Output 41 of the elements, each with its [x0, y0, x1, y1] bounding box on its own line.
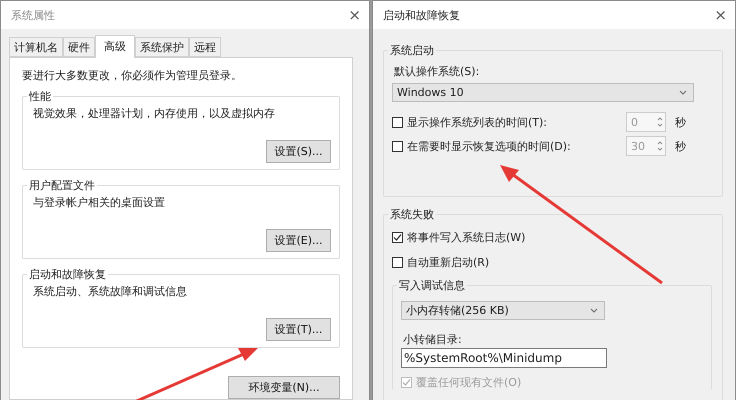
tab[interactable]: 系统保护	[135, 37, 189, 57]
os-dropdown[interactable]: Windows 10	[392, 83, 694, 102]
unit-label: 秒	[675, 114, 686, 130]
group-title: 系统失败	[389, 207, 435, 222]
close-button[interactable]: ×	[714, 6, 727, 24]
group-description: 与登录帐户相关的桌面设置	[32, 195, 166, 210]
directory-field[interactable]: %SystemRoot%\Minidump	[401, 348, 607, 368]
tab[interactable]: 远程	[189, 37, 221, 57]
group-title: 启动和故障恢复	[28, 267, 107, 282]
unit-label: 秒	[675, 138, 686, 154]
chevron-down-icon	[590, 308, 598, 313]
group-description: 视觉效果，处理器计划，内存使用，以及虚拟内存	[32, 106, 276, 121]
settings-button[interactable]: 设置(T)...	[266, 318, 331, 341]
checkbox-label: 显示操作系统列表的时间(T):	[407, 114, 548, 130]
checkbox[interactable]	[392, 116, 403, 128]
chevron-down-icon	[679, 90, 687, 95]
group-title: 写入调试信息	[398, 278, 466, 293]
checkbox[interactable]	[392, 140, 403, 152]
window-title: 系统属性	[11, 8, 55, 22]
field-label: 默认操作系统(S):	[394, 64, 480, 79]
group-description: 系统启动、系统故障和调试信息	[32, 284, 188, 299]
settings-button[interactable]: 设置(S)...	[266, 140, 331, 163]
checkbox-label: 覆盖任何现有文件(O)	[416, 375, 522, 390]
tab[interactable]: 高级	[95, 35, 135, 58]
group-title: 用户配置文件	[28, 178, 96, 193]
group-title: 性能	[28, 89, 52, 104]
window-title: 启动和故障恢复	[383, 8, 460, 22]
tab[interactable]: 硬件	[63, 37, 95, 57]
checkbox[interactable]	[392, 232, 403, 243]
checkbox-label: 自动重新启动(R)	[407, 255, 490, 270]
field-label: 小转储目录:	[403, 332, 463, 347]
notice-text: 要进行大多数更改，你必须作为管理员登录。	[22, 68, 243, 83]
dump-type-dropdown[interactable]: 小内存转储(256 KB)	[401, 301, 605, 320]
checkbox-label: 在需要时显示恢复选项的时间(D):	[407, 138, 571, 154]
settings-button[interactable]: 设置(E)...	[266, 229, 331, 252]
tab[interactable]: 计算机名	[9, 37, 63, 57]
group-title: 系统启动	[389, 43, 435, 58]
close-button[interactable]: ×	[348, 6, 361, 24]
environment-variables-button[interactable]: 环境变量(N)...	[228, 376, 340, 399]
checkbox-label: 将事件写入系统日志(W)	[407, 230, 526, 245]
checkbox[interactable]	[392, 257, 403, 268]
